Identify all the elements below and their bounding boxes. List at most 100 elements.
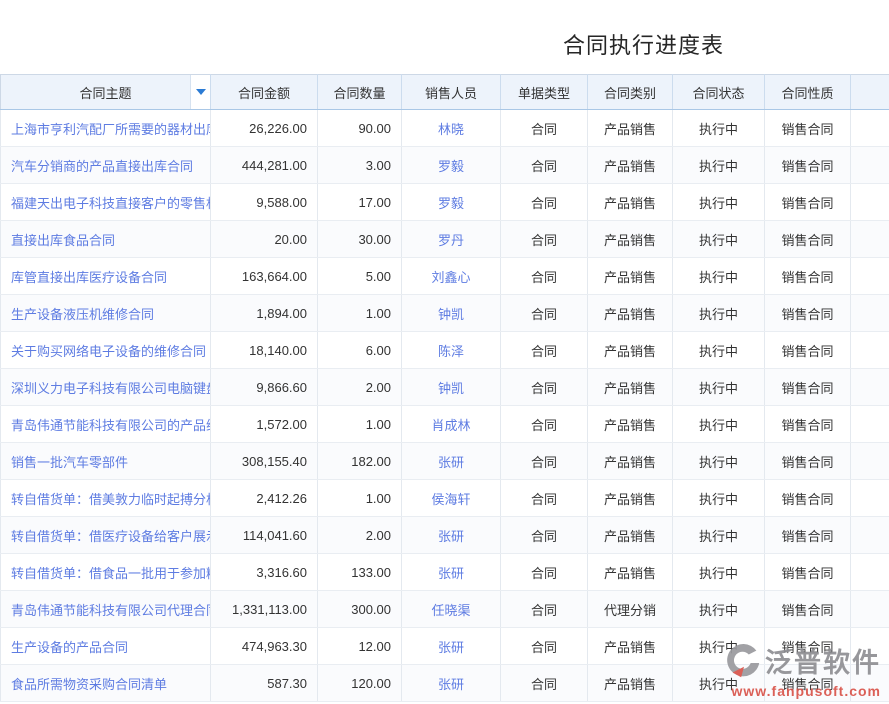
cell-sales[interactable]: 钟凯 [402, 369, 501, 406]
cell-subject[interactable]: 转自借货单：借医疗设备给客户展示 [1, 517, 211, 554]
cell-amount: 26,226.00 [211, 110, 318, 147]
cell-category: 产品销售 [588, 406, 673, 443]
cell-sales[interactable]: 任晓渠 [402, 591, 501, 628]
cell-stub [851, 554, 889, 591]
cell-qty: 120.00 [318, 665, 402, 702]
table-row: 转自借货单：借美敦力临时起搏分析2,412.261.00侯海轩合同产品销售执行中… [1, 480, 889, 517]
cell-amount: 3,316.60 [211, 554, 318, 591]
cell-amount: 1,572.00 [211, 406, 318, 443]
cell-doc_type: 合同 [501, 665, 588, 702]
cell-stub [851, 591, 889, 628]
cell-nature: 销售合同 [765, 591, 851, 628]
cell-category: 产品销售 [588, 480, 673, 517]
cell-sales[interactable]: 肖成林 [402, 406, 501, 443]
cell-nature: 销售合同 [765, 554, 851, 591]
cell-qty: 6.00 [318, 332, 402, 369]
table-row: 汽车分销商的产品直接出库合同444,281.003.00罗毅合同产品销售执行中销… [1, 147, 889, 184]
table-row: 青岛伟通节能科技有限公司代理合同1,331,113.00300.00任晓渠合同代… [1, 591, 889, 628]
cell-stub [851, 517, 889, 554]
cell-nature: 销售合同 [765, 665, 851, 702]
cell-subject[interactable]: 转自借货单：借美敦力临时起搏分析 [1, 480, 211, 517]
cell-stub [851, 221, 889, 258]
cell-status: 执行中 [673, 591, 765, 628]
cell-subject[interactable]: 深圳义力电子科技有限公司电脑键盘 [1, 369, 211, 406]
cell-category: 产品销售 [588, 184, 673, 221]
cell-subject[interactable]: 生产设备液压机维修合同 [1, 295, 211, 332]
cell-nature: 销售合同 [765, 147, 851, 184]
cell-qty: 17.00 [318, 184, 402, 221]
cell-sales[interactable]: 罗毅 [402, 184, 501, 221]
cell-category: 产品销售 [588, 295, 673, 332]
cell-subject[interactable]: 直接出库食品合同 [1, 221, 211, 258]
cell-doc_type: 合同 [501, 332, 588, 369]
cell-doc_type: 合同 [501, 480, 588, 517]
cell-sales[interactable]: 张研 [402, 443, 501, 480]
cell-amount: 9,588.00 [211, 184, 318, 221]
cell-stub [851, 406, 889, 443]
cell-status: 执行中 [673, 369, 765, 406]
cell-sales[interactable]: 刘鑫心 [402, 258, 501, 295]
cell-status: 执行中 [673, 517, 765, 554]
table-row: 转自借货单：借医疗设备给客户展示114,041.602.00张研合同产品销售执行… [1, 517, 889, 554]
cell-subject[interactable]: 食品所需物资采购合同清单 [1, 665, 211, 702]
cell-qty: 2.00 [318, 369, 402, 406]
cell-stub [851, 480, 889, 517]
cell-amount: 2,412.26 [211, 480, 318, 517]
cell-subject[interactable]: 销售一批汽车零部件 [1, 443, 211, 480]
subject-filter-button[interactable] [190, 75, 210, 109]
cell-subject[interactable]: 汽车分销商的产品直接出库合同 [1, 147, 211, 184]
cell-status: 执行中 [673, 480, 765, 517]
column-header-sales: 销售人员 [402, 75, 501, 110]
cell-subject[interactable]: 青岛伟通节能科技有限公司代理合同 [1, 591, 211, 628]
cell-subject[interactable]: 青岛伟通节能科技有限公司的产品维 [1, 406, 211, 443]
cell-stub [851, 110, 889, 147]
cell-subject[interactable]: 转自借货单：借食品一批用于参加糖 [1, 554, 211, 591]
cell-category: 产品销售 [588, 369, 673, 406]
cell-sales[interactable]: 林晓 [402, 110, 501, 147]
column-header-nature: 合同性质 [765, 75, 851, 110]
cell-status: 执行中 [673, 332, 765, 369]
table-row: 上海市亨利汽配厂所需要的器材出库26,226.0090.00林晓合同产品销售执行… [1, 110, 889, 147]
header-row: 合同主题合同金额合同数量销售人员单据类型合同类别合同状态合同性质 [1, 75, 889, 110]
cell-stub [851, 665, 889, 702]
cell-stub [851, 369, 889, 406]
cell-status: 执行中 [673, 258, 765, 295]
cell-subject[interactable]: 关于购买网络电子设备的维修合同 [1, 332, 211, 369]
cell-qty: 2.00 [318, 517, 402, 554]
cell-subject[interactable]: 生产设备的产品合同 [1, 628, 211, 665]
cell-nature: 销售合同 [765, 406, 851, 443]
column-header-stub [851, 75, 889, 110]
cell-amount: 163,664.00 [211, 258, 318, 295]
table-row: 生产设备的产品合同474,963.3012.00张研合同产品销售执行中销售合同 [1, 628, 889, 665]
cell-qty: 1.00 [318, 480, 402, 517]
cell-status: 执行中 [673, 628, 765, 665]
cell-category: 产品销售 [588, 517, 673, 554]
table-row: 关于购买网络电子设备的维修合同18,140.006.00陈泽合同产品销售执行中销… [1, 332, 889, 369]
cell-sales[interactable]: 张研 [402, 665, 501, 702]
cell-doc_type: 合同 [501, 517, 588, 554]
cell-sales[interactable]: 张研 [402, 554, 501, 591]
cell-subject[interactable]: 上海市亨利汽配厂所需要的器材出库 [1, 110, 211, 147]
cell-category: 产品销售 [588, 147, 673, 184]
cell-category: 产品销售 [588, 554, 673, 591]
cell-status: 执行中 [673, 554, 765, 591]
cell-subject[interactable]: 库管直接出库医疗设备合同 [1, 258, 211, 295]
cell-sales[interactable]: 罗毅 [402, 147, 501, 184]
cell-sales[interactable]: 侯海轩 [402, 480, 501, 517]
cell-status: 执行中 [673, 295, 765, 332]
cell-qty: 182.00 [318, 443, 402, 480]
table-row: 库管直接出库医疗设备合同163,664.005.00刘鑫心合同产品销售执行中销售… [1, 258, 889, 295]
cell-subject[interactable]: 福建天出电子科技直接客户的零售机 [1, 184, 211, 221]
cell-sales[interactable]: 张研 [402, 628, 501, 665]
cell-sales[interactable]: 张研 [402, 517, 501, 554]
cell-sales[interactable]: 钟凯 [402, 295, 501, 332]
table-row: 直接出库食品合同20.0030.00罗丹合同产品销售执行中销售合同 [1, 221, 889, 258]
cell-sales[interactable]: 陈泽 [402, 332, 501, 369]
column-header-amount: 合同金额 [211, 75, 318, 110]
cell-category: 产品销售 [588, 221, 673, 258]
cell-doc_type: 合同 [501, 628, 588, 665]
cell-amount: 20.00 [211, 221, 318, 258]
cell-doc_type: 合同 [501, 443, 588, 480]
cell-sales[interactable]: 罗丹 [402, 221, 501, 258]
column-header-subject: 合同主题 [1, 75, 211, 110]
